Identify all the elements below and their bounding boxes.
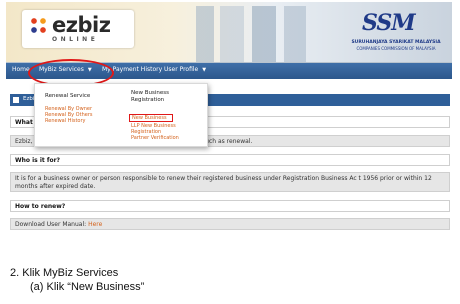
chevron-down-icon: ▼ bbox=[202, 67, 207, 73]
nav-user-profile[interactable]: User Profile ▼ bbox=[164, 66, 206, 73]
faq-who-question: Who is it for? bbox=[10, 154, 450, 166]
user-manual-link[interactable]: Here bbox=[88, 221, 102, 228]
new-business-heading-2: Registration bbox=[131, 97, 165, 103]
faq-who-answer: It is for a business owner or person res… bbox=[10, 172, 450, 192]
logo-dots-icon bbox=[30, 17, 48, 35]
logo-text: ezbiz bbox=[52, 13, 111, 37]
screenshot: ezbiz ONLINE SSM SURUHANJAYA SYARIKAT MA… bbox=[6, 2, 452, 234]
new-business-heading: New Business bbox=[131, 90, 169, 96]
faq-how-answer: Download User Manual: Here bbox=[10, 218, 450, 230]
menu-renewal-history[interactable]: Renewal History bbox=[45, 118, 86, 124]
skyline-graphic bbox=[186, 6, 336, 62]
agency-name-en: COMPANIES COMMISSION OF MALAYSIA bbox=[356, 46, 436, 51]
ssm-logo: SSM bbox=[362, 10, 416, 36]
logo-subtext: ONLINE bbox=[52, 36, 99, 43]
faq-how-question: How to renew? bbox=[10, 200, 450, 212]
new-business-highlight-box bbox=[129, 114, 173, 122]
ezbiz-logo[interactable]: ezbiz ONLINE bbox=[22, 10, 134, 48]
caption-substep: (a) Klik “New Business” bbox=[30, 281, 145, 293]
renewal-service-heading: Renewal Service bbox=[45, 93, 91, 99]
mybiz-services-dropdown: Renewal Service Renewal By Owner Renewal… bbox=[34, 83, 208, 147]
panel-icon bbox=[13, 97, 19, 103]
menu-partner-verification[interactable]: Partner Verification bbox=[131, 135, 179, 141]
agency-name: SURUHANJAYA SYARIKAT MALAYSIA bbox=[351, 40, 441, 45]
caption-step: 2. Klik MyBiz Services bbox=[10, 267, 119, 279]
header-banner: ezbiz ONLINE SSM SURUHANJAYA SYARIKAT MA… bbox=[6, 2, 452, 63]
